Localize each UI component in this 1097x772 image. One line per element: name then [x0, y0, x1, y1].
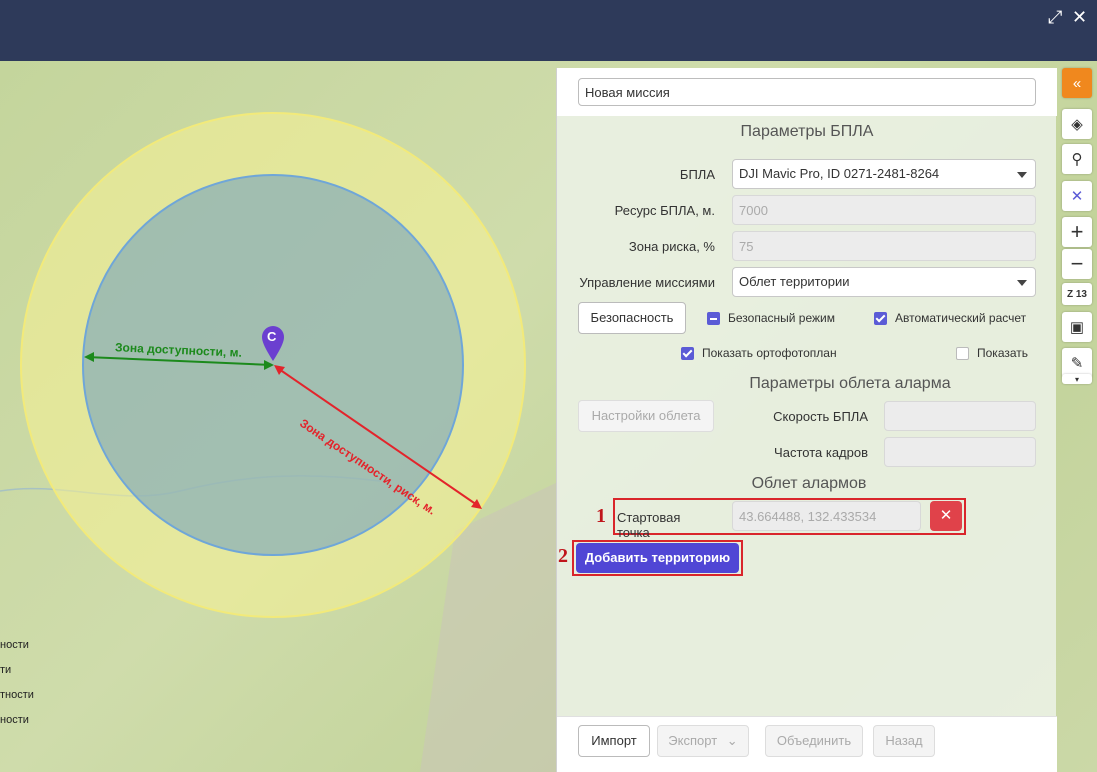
- legend-item: ти: [0, 664, 12, 676]
- zoom-level-indicator: Z 13: [1062, 283, 1092, 305]
- window-title-bar: ⤢ ✕: [0, 0, 1097, 61]
- mission-name-bar: [557, 68, 1057, 116]
- chevron-down-icon: [1017, 280, 1027, 286]
- drone-icon[interactable]: ✕: [1062, 181, 1092, 211]
- chevron-down-icon: [1017, 172, 1027, 178]
- uav-select[interactable]: DJI Mavic Pro, ID 0271-2481-8264: [732, 159, 1036, 189]
- search-icon[interactable]: ⚲: [1062, 144, 1092, 174]
- uav-section-title: Параметры БПЛА: [740, 123, 874, 140]
- plus-icon[interactable]: +: [1062, 217, 1092, 247]
- risk-zone-label: Зона риска, %: [628, 239, 715, 254]
- marker-label[interactable]: C: [267, 329, 276, 344]
- back-button[interactable]: Назад: [873, 725, 935, 757]
- export-label: Экспорт: [668, 733, 718, 748]
- resource-field[interactable]: [732, 195, 1036, 225]
- close-icon: ✕: [939, 507, 953, 524]
- mission-control-select[interactable]: Облет территории: [732, 267, 1036, 297]
- safe-mode-label: Безопасный режим: [728, 311, 835, 325]
- mission-panel: Параметры БПЛА БПЛА DJI Mavic Pro, ID 02…: [556, 68, 1057, 772]
- start-point-label: Стартовая точка: [617, 510, 681, 540]
- mission-name-input[interactable]: [578, 78, 1036, 106]
- resource-label: Ресурс БПЛА, м.: [614, 203, 715, 218]
- legend-item: тности: [0, 689, 34, 701]
- close-icon[interactable]: ✕: [1072, 8, 1087, 26]
- show-label: Показать: [977, 346, 1029, 360]
- safe-mode-checkbox[interactable]: Безопасный режим: [707, 311, 835, 325]
- double-chevron-left-icon[interactable]: «: [1062, 68, 1092, 98]
- alarm-section-title: Параметры облета аларма: [749, 375, 951, 392]
- minus-icon[interactable]: −: [1062, 249, 1092, 279]
- safety-button[interactable]: Безопасность: [578, 302, 686, 334]
- checkbox-icon: [956, 346, 969, 360]
- speed-field[interactable]: [884, 401, 1036, 431]
- import-button[interactable]: Импорт: [578, 725, 650, 757]
- mission-control-label: Управление миссиями: [579, 275, 715, 290]
- chevron-down-icon: ⌄: [726, 733, 738, 748]
- risk-zone-field[interactable]: [732, 231, 1036, 261]
- save-icon[interactable]: ▣: [1062, 312, 1092, 342]
- chevron-down-icon[interactable]: ▾: [1062, 374, 1092, 384]
- speed-label: Скорость БПЛА: [773, 409, 868, 424]
- clear-start-point-button[interactable]: ✕: [930, 501, 962, 531]
- flight-settings-button[interactable]: Настройки облета: [578, 400, 714, 432]
- annotation-number: 1: [596, 505, 606, 527]
- annotation-number: 2: [558, 545, 568, 567]
- merge-button[interactable]: Объединить: [765, 725, 863, 757]
- show-orthophoto-checkbox[interactable]: Показать ортофотоплан: [681, 346, 837, 360]
- frame-rate-label: Частота кадров: [774, 445, 868, 460]
- layers-icon[interactable]: ◈: [1062, 109, 1092, 139]
- checkbox-icon: [707, 311, 720, 325]
- show-orthophoto-label: Показать ортофотоплан: [702, 346, 837, 360]
- legend-item: ности: [0, 639, 29, 651]
- uav-label: БПЛА: [679, 167, 715, 182]
- frame-rate-field[interactable]: [884, 437, 1036, 467]
- alarms-section-title: Облет алармов: [751, 475, 867, 492]
- mission-control-value: Облет территории: [739, 274, 850, 289]
- legend-item: ности: [0, 714, 29, 726]
- panel-footer: Импорт Экспорт ⌄ Объединить Назад: [557, 716, 1057, 772]
- show-checkbox[interactable]: Показать: [956, 346, 1028, 360]
- add-territory-button[interactable]: Добавить территорию: [576, 543, 739, 573]
- start-point-field[interactable]: [732, 501, 921, 531]
- auto-calc-label: Автоматический расчет: [895, 311, 1027, 325]
- export-button[interactable]: Экспорт ⌄: [657, 725, 749, 757]
- expand-icon[interactable]: ⤢: [1048, 8, 1062, 26]
- checkbox-icon: [681, 346, 694, 360]
- checkbox-icon: [874, 311, 887, 325]
- auto-calc-checkbox[interactable]: Автоматический расчет: [874, 311, 1026, 325]
- uav-select-value: DJI Mavic Pro, ID 0271-2481-8264: [739, 166, 940, 181]
